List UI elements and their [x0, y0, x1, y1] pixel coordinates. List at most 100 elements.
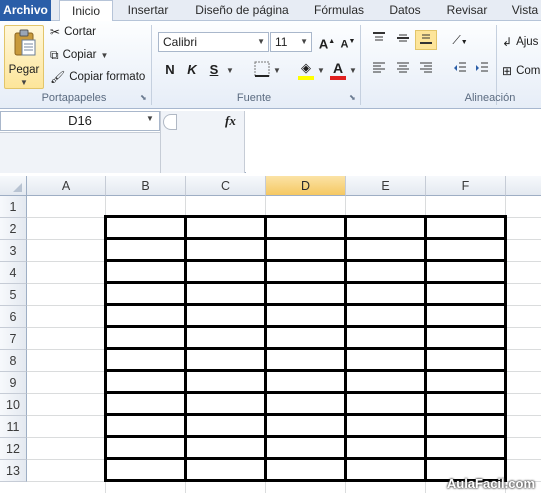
- paste-label: Pegar: [8, 64, 40, 76]
- align-center-icon: [397, 62, 409, 73]
- underline-button[interactable]: S: [204, 61, 224, 79]
- row-header[interactable]: 1: [0, 196, 27, 218]
- table-border: [104, 457, 507, 460]
- font-size-value: 11: [275, 35, 288, 49]
- row-header[interactable]: 12: [0, 438, 27, 460]
- cut-button[interactable]: ✂ Cortar: [50, 25, 96, 39]
- cut-label: Cortar: [64, 26, 97, 38]
- align-middle-icon: [397, 34, 409, 42]
- table-border: [104, 303, 507, 306]
- chevron-down-icon: ▼: [100, 50, 109, 60]
- chevron-down-icon[interactable]: ▼: [146, 114, 154, 123]
- tab-insertar[interactable]: Insertar: [118, 0, 178, 21]
- merge-center-button[interactable]: ⊞ Com: [502, 64, 540, 78]
- row-header[interactable]: 4: [0, 262, 27, 284]
- format-painter-button[interactable]: 🖌 Copiar formato: [50, 70, 145, 84]
- group-separator: [360, 25, 361, 105]
- table-border: [104, 325, 507, 328]
- tab-vista[interactable]: Vista: [505, 0, 541, 21]
- copy-button[interactable]: ⧉ Copiar ▼: [50, 48, 108, 62]
- tab-revisar[interactable]: Revisar: [440, 0, 494, 21]
- paste-button[interactable]: Pegar ▼: [4, 25, 44, 89]
- name-box-value: D16: [68, 113, 92, 128]
- font-color-bar: [330, 76, 346, 80]
- row-header[interactable]: 2: [0, 218, 27, 240]
- chevron-down-icon[interactable]: ▼: [349, 66, 357, 75]
- row-header[interactable]: 7: [0, 328, 27, 350]
- column-header-a[interactable]: A: [27, 176, 106, 196]
- decrease-indent-icon: [454, 62, 466, 72]
- column-header-c[interactable]: C: [186, 176, 266, 196]
- decrease-indent-button[interactable]: [450, 61, 470, 79]
- row-header[interactable]: 5: [0, 284, 27, 306]
- align-left-button[interactable]: [369, 61, 389, 79]
- chevron-down-icon[interactable]: ▼: [273, 66, 281, 75]
- font-name-select[interactable]: Calibri ▼: [158, 32, 269, 52]
- italic-button[interactable]: K: [182, 61, 202, 79]
- row-header[interactable]: 13: [0, 460, 27, 482]
- format-painter-label: Copiar formato: [69, 71, 146, 83]
- align-right-icon: [420, 62, 432, 73]
- increase-indent-button[interactable]: [472, 61, 492, 79]
- align-left-icon: [373, 62, 385, 73]
- align-bottom-button[interactable]: [415, 30, 437, 50]
- tab-inicio[interactable]: Inicio: [59, 0, 113, 22]
- paint-bucket-icon: ◈: [301, 60, 311, 75]
- align-bottom-icon: [420, 34, 432, 44]
- select-all-button[interactable]: [0, 176, 27, 196]
- table-border: [104, 347, 507, 350]
- column-header-e[interactable]: E: [346, 176, 426, 196]
- dialog-launcher-icon[interactable]: ⬊: [349, 93, 356, 102]
- insert-function-button[interactable]: fx: [225, 113, 236, 129]
- orientation-button[interactable]: ⟋▼: [450, 31, 470, 49]
- column-header-b[interactable]: B: [106, 176, 186, 196]
- formula-input[interactable]: [246, 111, 541, 173]
- tab-archivo[interactable]: Archivo: [0, 0, 51, 21]
- formula-controls: fx: [160, 111, 245, 173]
- table-border: [104, 413, 507, 416]
- align-right-button[interactable]: [416, 61, 436, 79]
- font-size-select[interactable]: 11 ▼: [270, 32, 312, 52]
- resize-handle[interactable]: [163, 114, 177, 130]
- font-color-button[interactable]: A: [328, 59, 348, 80]
- tab-diseno-pagina[interactable]: Diseño de página: [186, 0, 298, 21]
- table-border: [104, 435, 507, 438]
- merge-icon: ⊞: [502, 64, 513, 78]
- chevron-down-icon[interactable]: ▼: [317, 66, 325, 75]
- align-center-button[interactable]: [393, 61, 413, 79]
- column-header-g[interactable]: [506, 176, 541, 196]
- align-top-button[interactable]: [369, 31, 389, 49]
- worksheet-grid[interactable]: A B C D E F 1 2 3 4 5 6 7 8 9 10 11 12 1…: [0, 176, 541, 493]
- increase-indent-icon: [476, 62, 488, 72]
- grow-font-button[interactable]: A▲: [317, 33, 337, 51]
- tab-formulas[interactable]: Fórmulas: [308, 0, 370, 21]
- table-border: [104, 259, 507, 262]
- font-color-icon: A: [332, 60, 344, 76]
- row-header[interactable]: 6: [0, 306, 27, 328]
- wrap-text-button[interactable]: ↲ Ajus: [502, 35, 538, 49]
- formula-bar: D16 ▼ fx: [0, 109, 541, 173]
- shrink-font-button[interactable]: A▼: [338, 33, 358, 51]
- chevron-down-icon: ▼: [20, 78, 28, 87]
- bold-button[interactable]: N: [160, 61, 180, 79]
- align-middle-button[interactable]: [393, 31, 413, 49]
- tab-datos[interactable]: Datos: [380, 0, 430, 21]
- row-header[interactable]: 9: [0, 372, 27, 394]
- column-header-f[interactable]: F: [426, 176, 506, 196]
- table-border: [104, 369, 507, 372]
- scissors-icon: ✂: [50, 25, 61, 39]
- row-header[interactable]: 3: [0, 240, 27, 262]
- row-header[interactable]: 10: [0, 394, 27, 416]
- row-header[interactable]: 11: [0, 416, 27, 438]
- dialog-launcher-icon[interactable]: ⬊: [140, 93, 147, 102]
- borders-button[interactable]: [252, 61, 272, 79]
- table-border: [104, 215, 507, 218]
- column-header-d[interactable]: D: [266, 176, 346, 196]
- borders-icon: [254, 61, 270, 77]
- name-box[interactable]: D16: [0, 111, 160, 131]
- copy-label: Copiar: [62, 49, 97, 61]
- fill-color-button[interactable]: ◈: [296, 59, 316, 80]
- table-border: [104, 391, 507, 394]
- row-header[interactable]: 8: [0, 350, 27, 372]
- chevron-down-icon[interactable]: ▼: [226, 66, 234, 75]
